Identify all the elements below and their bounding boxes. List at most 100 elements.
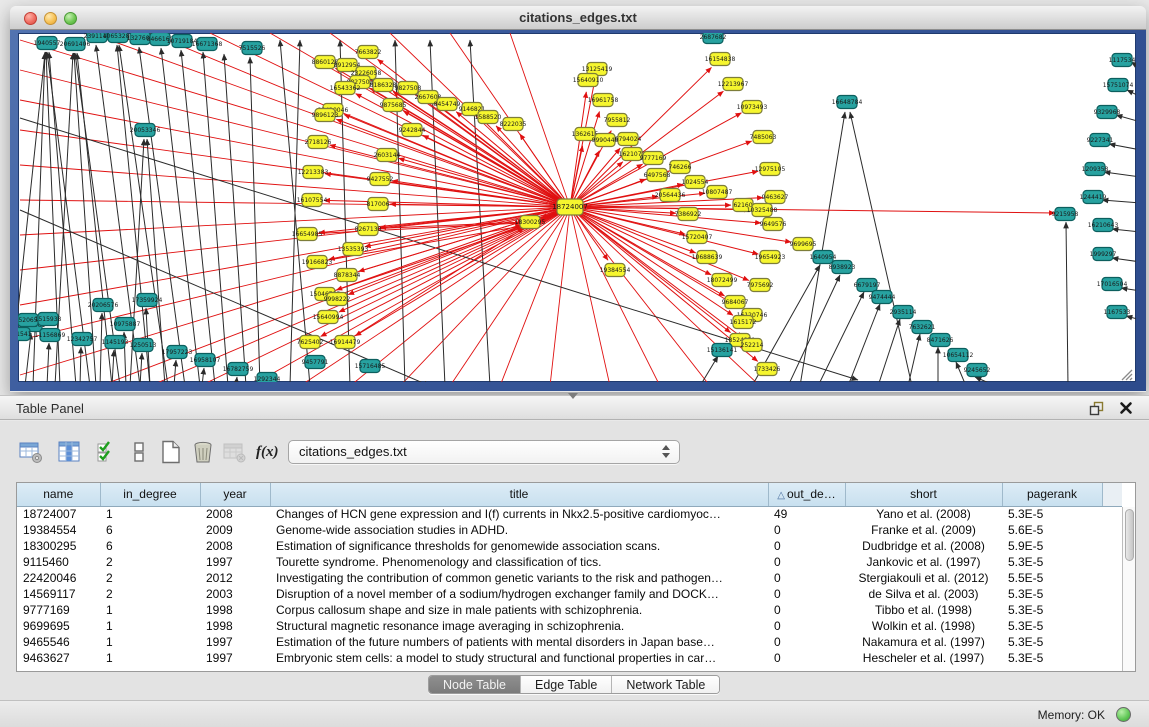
table-row[interactable]: 1830029562008Estimation of significance … [17,538,1122,554]
select-columns-icon[interactable] [94,439,120,465]
resize-grip[interactable] [1119,367,1135,381]
table-cell[interactable]: Disruption of a novel member of a sodium… [270,586,768,602]
table-cell[interactable]: 0 [768,554,845,570]
delete-table-icon[interactable] [222,439,248,465]
float-panel-icon[interactable] [1089,401,1105,416]
table-cell[interactable]: 1 [100,602,200,618]
table-cell[interactable]: 0 [768,522,845,538]
table-cell[interactable]: 18300295 [17,538,100,554]
table-cell[interactable]: 9463627 [17,650,100,666]
table-cell[interactable]: 5.3E-5 [1002,554,1102,570]
table-cell[interactable]: 0 [768,602,845,618]
table-cell[interactable]: 9465546 [17,634,100,650]
table-cell[interactable]: 1 [100,506,200,522]
table-row[interactable]: 1872400712008Changes of HCN gene express… [17,506,1122,522]
table-cell[interactable]: 2008 [200,506,270,522]
table-cell[interactable]: Tourette syndrome. Phenomenology and cla… [270,554,768,570]
table-cell[interactable]: Jankovic et al. (1997) [845,554,1002,570]
column-header-year[interactable]: year [200,483,270,506]
column-header-title[interactable]: title [270,483,768,506]
table-row[interactable]: 2242004622012Investigating the contribut… [17,570,1122,586]
table-cell[interactable]: 0 [768,570,845,586]
table-cell[interactable]: 5.3E-5 [1002,634,1102,650]
table-cell[interactable]: 2 [100,586,200,602]
table-cell[interactable]: 2008 [200,538,270,554]
table-cell[interactable]: 9777169 [17,602,100,618]
table-cell[interactable]: 18724007 [17,506,100,522]
table-cell[interactable]: Franke et al. (2009) [845,522,1002,538]
table-cell[interactable]: Dudbridge et al. (2008) [845,538,1002,554]
table-row[interactable]: 969969511998Structural magnetic resonanc… [17,618,1122,634]
table-cell[interactable]: 0 [768,586,845,602]
column-header-in_degree[interactable]: in_degree [100,483,200,506]
panel-divider-handle[interactable] [568,393,578,399]
network-canvas[interactable]: 1872400788601288912954232260589827503818… [18,33,1136,382]
tab-network-table[interactable]: Network Table [612,676,719,693]
table-cell[interactable]: Nakamura et al. (1997) [845,634,1002,650]
table-mode-icon[interactable] [18,439,44,465]
column-header-name[interactable]: name [17,483,100,506]
table-cell[interactable]: 19384554 [17,522,100,538]
table-cell[interactable]: 1997 [200,650,270,666]
table-cell[interactable]: Tibbo et al. (1998) [845,602,1002,618]
function-builder-icon[interactable]: f(x) [256,439,282,465]
table-row[interactable]: 946362711997Embryonic stem cells: a mode… [17,650,1122,666]
table-cell[interactable]: Changes of HCN gene expression and I(f) … [270,506,768,522]
table-cell[interactable]: 5.5E-5 [1002,570,1102,586]
table-cell[interactable]: Genome-wide association studies in ADHD. [270,522,768,538]
column-header-pagerank[interactable]: pagerank [1002,483,1102,506]
table-row[interactable]: 1456911722003Disruption of a novel membe… [17,586,1122,602]
vertical-scrollbar[interactable] [1122,507,1135,671]
table-cell[interactable]: 1997 [200,554,270,570]
table-cell[interactable]: 1998 [200,602,270,618]
table-cell[interactable]: 2009 [200,522,270,538]
table-cell[interactable]: Yano et al. (2008) [845,506,1002,522]
table-cell[interactable]: Estimation of the future numbers of pati… [270,634,768,650]
table-cell[interactable]: Hescheler et al. (1997) [845,650,1002,666]
close-panel-icon[interactable] [1119,401,1133,415]
table-cell[interactable]: 6 [100,538,200,554]
table-row[interactable]: 911546021997Tourette syndrome. Phenomeno… [17,554,1122,570]
table-cell[interactable]: Wolkin et al. (1998) [845,618,1002,634]
table-row[interactable]: 1938455462009Genome-wide association stu… [17,522,1122,538]
table-cell[interactable]: Stergiakouli et al. (2012) [845,570,1002,586]
table-cell[interactable]: 1997 [200,634,270,650]
table-cell[interactable]: Corpus callosum shape and size in male p… [270,602,768,618]
column-header-out_de[interactable]: △out_de… [768,483,845,506]
table-cell[interactable]: 1 [100,650,200,666]
tab-node-table[interactable]: Node Table [429,676,521,693]
table-row[interactable]: 977716911998Corpus callosum shape and si… [17,602,1122,618]
table-cell[interactable]: de Silva et al. (2003) [845,586,1002,602]
table-row[interactable]: 946554611997Estimation of the future num… [17,634,1122,650]
delete-columns-icon[interactable] [190,439,216,465]
table-cell[interactable]: 5.3E-5 [1002,506,1102,522]
table-cell[interactable]: Investigating the contribution of common… [270,570,768,586]
memory-status-icon[interactable] [1116,707,1131,722]
table-cell[interactable]: 2 [100,570,200,586]
scrollbar-thumb[interactable] [1125,509,1134,561]
table-cell[interactable]: 5.6E-5 [1002,522,1102,538]
table-cell[interactable]: 1998 [200,618,270,634]
table-cell[interactable]: 0 [768,650,845,666]
window-titlebar[interactable]: citations_edges.txt [10,6,1146,30]
table-cell[interactable]: 9699695 [17,618,100,634]
table-cell[interactable]: 5.3E-5 [1002,618,1102,634]
table-cell[interactable]: 5.3E-5 [1002,650,1102,666]
table-cell[interactable]: 2012 [200,570,270,586]
table-cell[interactable]: 22420046 [17,570,100,586]
table-cell[interactable]: 49 [768,506,845,522]
table-cell[interactable]: 14569117 [17,586,100,602]
table-cell[interactable]: Estimation of significance thresholds fo… [270,538,768,554]
table-cell[interactable]: 5.3E-5 [1002,586,1102,602]
column-header-short[interactable]: short [845,483,1002,506]
table-cell[interactable]: 5.3E-5 [1002,602,1102,618]
table-cell[interactable]: 2003 [200,586,270,602]
table-cell[interactable]: Embryonic stem cells: a model to study s… [270,650,768,666]
table-cell[interactable]: 1 [100,618,200,634]
table-cell[interactable]: 2 [100,554,200,570]
table-select-dropdown[interactable]: citations_edges.txt [288,440,680,464]
create-column-icon[interactable] [158,439,184,465]
row-height-icon[interactable] [126,439,152,465]
show-columns-icon[interactable] [56,439,82,465]
table-cell[interactable]: 5.9E-5 [1002,538,1102,554]
